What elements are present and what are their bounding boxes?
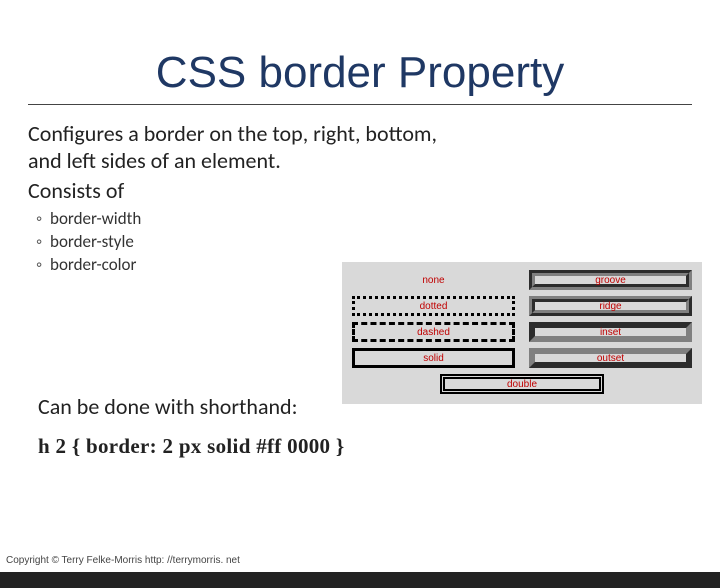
swatch-solid: solid xyxy=(352,348,515,368)
list-item: border-style xyxy=(36,231,692,252)
swatch-none: none xyxy=(352,270,515,290)
swatch-dotted: dotted xyxy=(352,296,515,316)
demo-grid: none groove dotted ridge dashed inset so… xyxy=(352,270,692,394)
slide-title: CSS border Property xyxy=(40,48,680,98)
swatch-groove: groove xyxy=(529,270,692,290)
demo-last-row: double xyxy=(352,374,692,394)
code-example: h 2 { border: 2 px solid #ff 0000 } xyxy=(38,434,692,459)
swatch-double: double xyxy=(440,374,603,394)
title-underline xyxy=(28,104,692,105)
list-item: border-width xyxy=(36,208,692,229)
border-style-demo: none groove dotted ridge dashed inset so… xyxy=(342,262,702,404)
copyright-text: Copyright © Terry Felke-Morris http: //t… xyxy=(6,555,240,566)
swatch-inset: inset xyxy=(529,322,692,342)
swatch-ridge: ridge xyxy=(529,296,692,316)
consists-label: Consists of xyxy=(28,177,692,204)
swatch-outset: outset xyxy=(529,348,692,368)
intro-text: Configures a border on the top, right, b… xyxy=(28,121,448,175)
swatch-dashed: dashed xyxy=(352,322,515,342)
bottom-bar xyxy=(0,572,720,588)
slide: CSS border Property Configures a border … xyxy=(0,48,720,588)
